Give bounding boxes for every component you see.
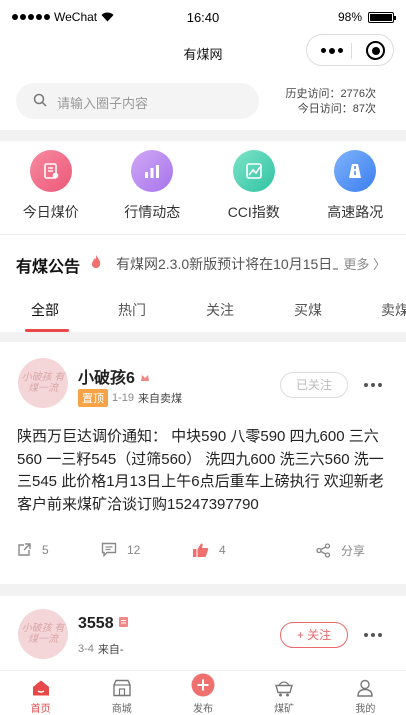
quick-entry-label: 高速路况	[327, 204, 384, 220]
tabbar-item-shop[interactable]: 商城	[81, 671, 162, 715]
nav-bar: 有煤网	[0, 34, 406, 70]
share-label: 分享	[341, 544, 366, 558]
tabbar-label: 首页	[30, 704, 51, 715]
tab-hot[interactable]: 热门	[118, 300, 146, 320]
post-actions: 5 12 4 分享	[0, 540, 406, 564]
quick-entry-cci[interactable]: CCI指数	[203, 141, 305, 234]
post-meta: 置顶 1-19 来自卖煤	[78, 389, 182, 407]
shop-icon	[113, 679, 131, 697]
post-username[interactable]: 小破孩6	[78, 364, 151, 388]
quick-entry-label: 行情动态	[124, 204, 181, 220]
follow-button[interactable]: + 关注	[280, 622, 348, 648]
post-source: 来自卖煤	[138, 393, 183, 405]
mine-cart-icon	[275, 681, 294, 697]
plus-icon	[191, 673, 215, 697]
post-username[interactable]: 3558	[78, 615, 129, 633]
capsule-divider	[351, 43, 352, 59]
avatar[interactable]: 小破孩 有煤一流	[18, 358, 68, 408]
tabbar-item-mine[interactable]: 煤矿	[244, 671, 325, 715]
quick-entry-road[interactable]: 高速路况	[305, 141, 406, 234]
notice-heading: 有煤公告	[16, 259, 81, 276]
level-badge-icon	[139, 370, 151, 388]
tabbar-label: 煤矿	[274, 704, 295, 715]
post-date: 1-19	[112, 392, 135, 404]
post-content: 陕西万巨达调价通知： 中块590 八零590 四九600 三六560 一三籽54…	[17, 428, 384, 513]
share-icon	[316, 543, 331, 558]
like-button[interactable]: 4	[192, 542, 226, 558]
search-row: 请输入圈子内容 历史访问：2776次 今日访问：87次	[0, 70, 406, 130]
close-miniprogram-icon[interactable]	[366, 41, 385, 60]
post-more-icon[interactable]	[364, 633, 382, 637]
document-icon	[29, 150, 72, 192]
post-more-icon[interactable]	[364, 383, 382, 387]
search-placeholder: 请输入圈子内容	[57, 96, 149, 111]
post-card[interactable]: 小破孩 有煤一流 3558 3-4 来自- + 关注	[0, 596, 406, 670]
tabbar-item-profile[interactable]: 我的	[325, 671, 406, 715]
notice-more-link[interactable]: 更多 〉	[343, 254, 386, 273]
tab-sell-coal[interactable]: 卖煤	[381, 300, 406, 320]
like-count: 4	[219, 543, 226, 557]
bottom-tab-bar: 首页 商城 发布 煤矿 我的	[0, 670, 406, 715]
history-visits: 历史访问：2776次	[285, 88, 376, 100]
document-badge-icon	[118, 615, 129, 633]
visit-stats: 历史访问：2776次 今日访问：87次	[286, 87, 376, 117]
tabbar-label: 发布	[192, 704, 213, 715]
road-icon	[334, 150, 377, 192]
thumbs-up-icon	[193, 543, 209, 557]
tabbar-item-home[interactable]: 首页	[0, 671, 81, 715]
comment-button[interactable]: 12	[101, 542, 140, 557]
home-icon	[32, 680, 49, 696]
post-card[interactable]: 小破孩 有煤一流 小破孩6 置顶 1-19 来自卖煤 已关注 陕西万巨达调价通知…	[0, 342, 406, 584]
active-tab-indicator	[25, 329, 69, 332]
quick-entry-label: 今日煤价	[22, 204, 79, 220]
battery-icon	[368, 11, 396, 23]
repost-icon	[18, 543, 31, 556]
category-tabs: 全部 热门 关注 买煤 卖煤	[0, 288, 406, 332]
notice-bar[interactable]: 有煤公告 有煤网2.3.0新版预计将在10月15日上线 更多 〉	[0, 234, 406, 288]
battery-percent: 98%	[337, 10, 362, 24]
today-visits: 今日访问：87次	[297, 103, 376, 115]
tabbar-label: 商城	[111, 704, 132, 715]
post-date: 3-4	[78, 643, 94, 655]
avatar[interactable]: 小破孩 有煤一流	[18, 609, 68, 659]
tab-all[interactable]: 全部	[31, 300, 59, 320]
share-button[interactable]: 分享	[316, 542, 365, 559]
trend-icon	[232, 150, 275, 192]
status-bar: WeChat 16:40 98%	[0, 0, 406, 34]
quick-entry-label: CCI指数	[227, 204, 280, 220]
battery-group: 98%	[337, 10, 396, 24]
bar-chart-icon	[131, 150, 174, 192]
tabbar-label: 我的	[355, 704, 376, 715]
user-icon	[357, 679, 374, 697]
pinned-badge: 置顶	[78, 389, 108, 407]
quick-entry-market[interactable]: 行情动态	[102, 141, 204, 234]
post-meta: 3-4 来自-	[78, 641, 124, 657]
quick-entry-price[interactable]: 今日煤价	[0, 141, 102, 234]
tab-following[interactable]: 关注	[206, 300, 234, 320]
miniprogram-capsule	[306, 34, 394, 66]
repost-count: 5	[42, 542, 49, 557]
more-menu-icon[interactable]	[321, 47, 343, 54]
flame-icon	[91, 255, 101, 268]
post-source: 来自-	[97, 644, 124, 656]
quick-entries: 今日煤价 行情动态 CCI指数 高速路况	[0, 141, 406, 234]
search-input[interactable]: 请输入圈子内容	[16, 83, 259, 119]
repost-button[interactable]: 5	[17, 542, 49, 557]
comment-icon	[101, 542, 117, 557]
notice-text: 有煤网2.3.0新版预计将在10月15日上线	[116, 256, 338, 272]
tab-buy-coal[interactable]: 买煤	[294, 300, 322, 320]
followed-button[interactable]: 已关注	[280, 372, 348, 398]
search-icon	[33, 93, 47, 107]
comment-count: 12	[127, 542, 141, 557]
tabbar-item-publish[interactable]: 发布	[162, 671, 243, 715]
